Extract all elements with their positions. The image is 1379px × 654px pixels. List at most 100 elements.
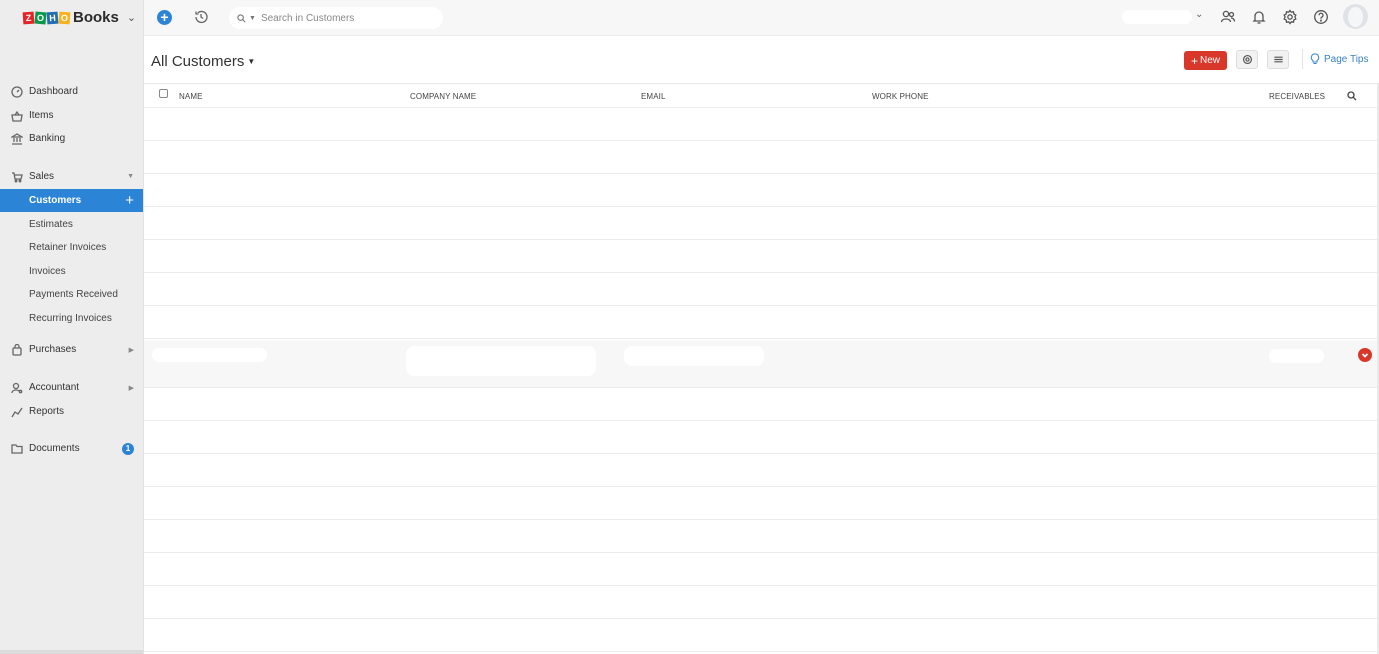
chevron-down-icon[interactable]: ⌄: [1195, 9, 1203, 20]
table-row[interactable]: [144, 108, 1378, 141]
add-icon: +: [160, 9, 169, 25]
sidebar-item-label: Accountant: [29, 382, 80, 393]
sidebar-item-label: Dashboard: [29, 86, 78, 97]
sidebar-item-label: Payments Received: [29, 289, 118, 300]
caret-down-icon: ▼: [127, 173, 134, 180]
sidebar-item-payments-received[interactable]: Payments Received: [0, 283, 143, 306]
redacted-content: [152, 348, 267, 362]
quick-create-button[interactable]: +: [157, 10, 172, 25]
folder-icon: [10, 442, 24, 456]
bag-icon: [10, 343, 24, 357]
search-icon: [237, 13, 246, 22]
table-row[interactable]: [144, 174, 1378, 207]
redacted-content: [406, 346, 596, 376]
preferences-button[interactable]: [1236, 50, 1258, 69]
search-input[interactable]: [260, 12, 431, 24]
plus-icon: +: [1190, 53, 1198, 68]
table-row[interactable]: [144, 240, 1378, 273]
users-button[interactable]: [1220, 9, 1236, 25]
avatar[interactable]: [1343, 4, 1368, 29]
users-icon: [1220, 10, 1236, 23]
help-button[interactable]: [1313, 9, 1329, 25]
sidebar-item-retainer-invoices[interactable]: Retainer Invoices: [0, 236, 143, 259]
page-tips-label: Page Tips: [1324, 53, 1369, 65]
table-row[interactable]: [144, 520, 1378, 553]
table-row[interactable]: [144, 487, 1378, 520]
redacted-content: [1269, 349, 1324, 363]
caret-down-icon: ▼: [247, 57, 256, 66]
add-customer-icon[interactable]: +: [125, 193, 134, 208]
table-row[interactable]: [144, 586, 1378, 619]
organization-name[interactable]: [1122, 10, 1192, 24]
logo-letter: H: [46, 11, 59, 24]
chevron-down-icon: [1361, 353, 1369, 358]
cart-icon: [10, 170, 24, 184]
column-header-company-name[interactable]: COMPANY NAME: [410, 92, 476, 101]
new-customer-button[interactable]: + New: [1184, 51, 1227, 70]
sidebar-item-label: Banking: [29, 133, 66, 144]
bank-icon: [10, 132, 24, 146]
sidebar-item-label: Retainer Invoices: [29, 242, 107, 253]
accountant-icon: [10, 381, 24, 395]
sidebar-item-invoices[interactable]: Invoices: [0, 260, 143, 283]
table-row[interactable]: [144, 388, 1378, 421]
bell-icon: [1252, 11, 1266, 24]
notifications-button[interactable]: [1251, 9, 1267, 25]
table-header: NAME COMPANY NAME EMAIL WORK PHONE RECEI…: [144, 84, 1378, 108]
page-tips-link[interactable]: Page Tips: [1310, 53, 1368, 65]
top-bar: + ▼ ⌄: [144, 0, 1379, 36]
table-row[interactable]: [144, 454, 1378, 487]
settings-button[interactable]: [1282, 9, 1298, 25]
sidebar-item-label: Invoices: [29, 266, 66, 277]
column-header-email[interactable]: EMAIL: [641, 92, 666, 101]
table-row[interactable]: [144, 306, 1378, 339]
basket-icon: [10, 109, 24, 123]
new-button-label: New: [1200, 55, 1221, 66]
logo-letter: O: [34, 11, 47, 24]
lightbulb-icon: [1310, 53, 1320, 64]
sidebar-item-label: Purchases: [29, 344, 77, 355]
row-actions-button[interactable]: [1358, 348, 1372, 362]
sidebar-item-customers[interactable]: Customers +: [0, 189, 143, 212]
more-options-button[interactable]: [1267, 50, 1289, 69]
table-row[interactable]: [144, 207, 1378, 240]
gear-icon: [1283, 9, 1297, 25]
sidebar-item-dashboard[interactable]: Dashboard: [0, 80, 143, 103]
sidebar-item-label: Sales: [29, 171, 55, 182]
column-header-receivables[interactable]: RECEIVABLES: [1269, 92, 1325, 101]
sidebar-item-label: Recurring Invoices: [29, 313, 112, 324]
sidebar-item-recurring-invoices[interactable]: Recurring Invoices: [0, 307, 143, 330]
divider: [1302, 49, 1303, 69]
table-search-icon[interactable]: [1347, 91, 1357, 101]
select-all-checkbox[interactable]: [159, 89, 168, 98]
table-row[interactable]: [144, 141, 1378, 174]
brand-name: Books: [73, 9, 119, 26]
zoho-logo: Z O H O: [22, 11, 71, 24]
sidebar-item-accountant[interactable]: Accountant ▶: [0, 376, 143, 399]
help-icon: [1314, 10, 1328, 24]
sidebar-item-purchases[interactable]: Purchases ▶: [0, 338, 143, 361]
recent-history-button[interactable]: [193, 9, 209, 25]
sidebar-item-label: Reports: [29, 406, 65, 417]
sidebar-item-reports[interactable]: Reports: [0, 400, 143, 423]
search-filter-dropdown[interactable]: ▼: [249, 15, 256, 22]
sidebar-item-estimates[interactable]: Estimates: [0, 213, 143, 236]
sidebar-item-documents[interactable]: Documents 1: [0, 437, 143, 460]
sidebar-item-sales[interactable]: Sales ▼: [0, 165, 143, 188]
sidebar-collapse-bar[interactable]: [0, 650, 143, 654]
sidebar-item-banking[interactable]: Banking: [0, 127, 143, 150]
table-row[interactable]: [144, 619, 1378, 652]
sidebar-item-label: Items: [29, 110, 54, 121]
page-title: All Customers: [151, 53, 245, 70]
table-row[interactable]: [144, 421, 1378, 454]
documents-count-badge: 1: [122, 442, 134, 455]
page-header: All Customers ▼ + New Page Tips: [144, 36, 1379, 84]
table-row[interactable]: [144, 340, 1378, 388]
table-row[interactable]: [144, 273, 1378, 306]
org-switcher[interactable]: Z O H O Books ⌄: [0, 0, 143, 35]
view-selector[interactable]: All Customers ▼: [151, 53, 255, 70]
table-row[interactable]: [144, 553, 1378, 586]
column-header-name[interactable]: NAME: [179, 92, 203, 101]
column-header-work-phone[interactable]: WORK PHONE: [872, 92, 929, 101]
sidebar-item-items[interactable]: Items: [0, 104, 143, 127]
